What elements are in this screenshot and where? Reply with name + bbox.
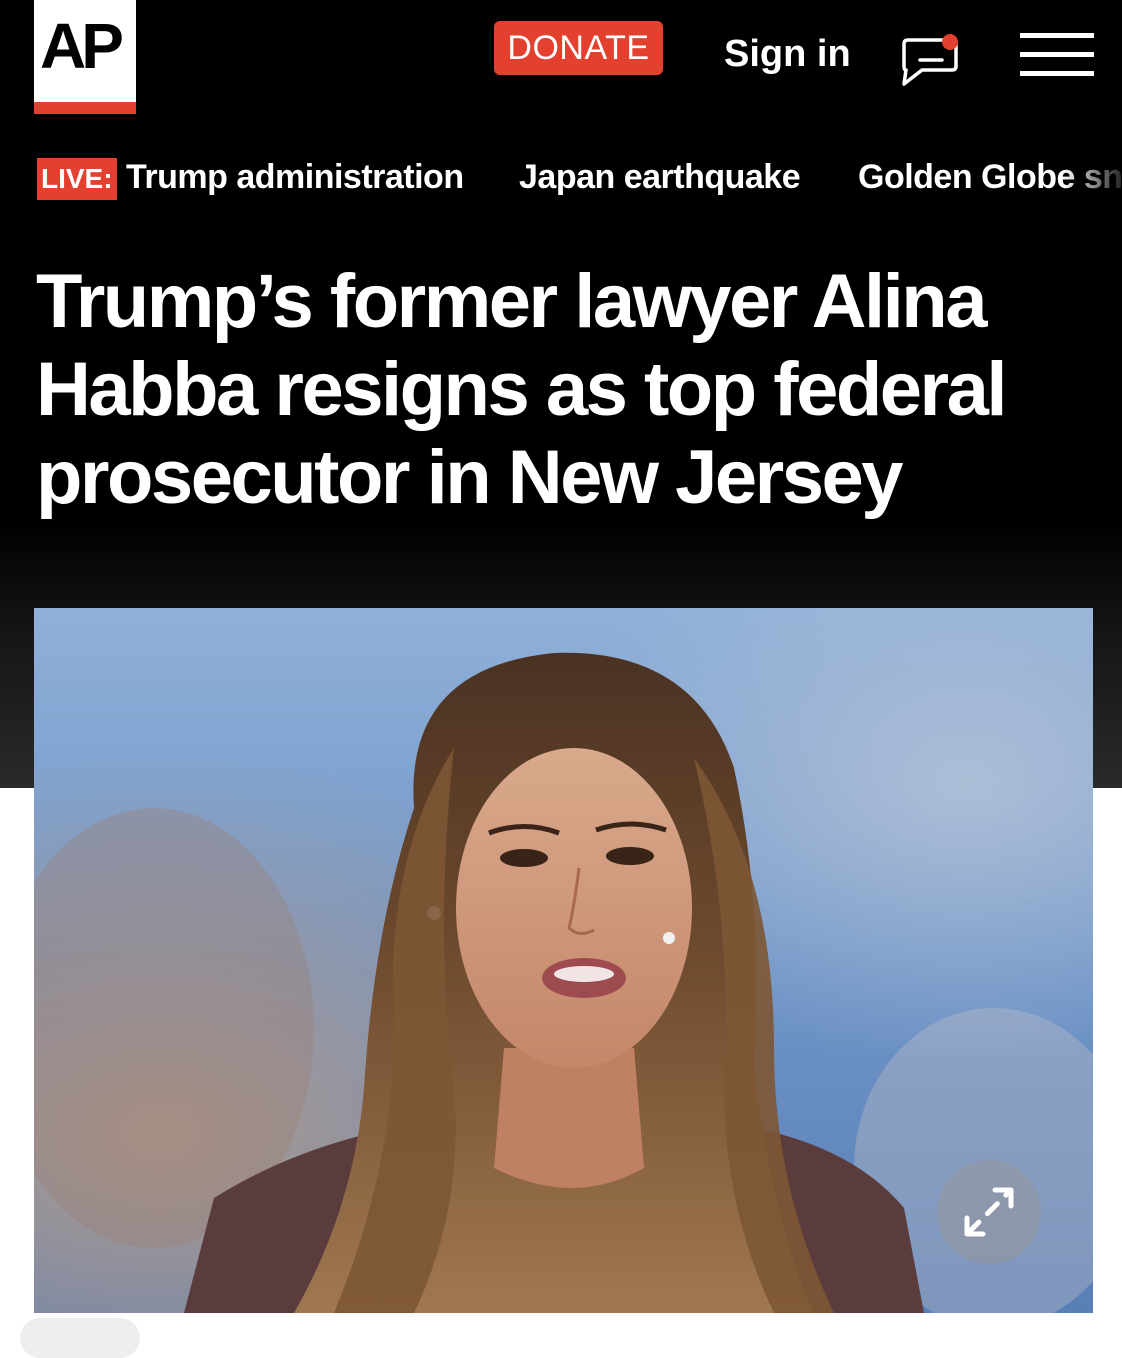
- logo-accent-bar: [34, 102, 136, 114]
- menu-line: [1020, 33, 1094, 38]
- donate-button[interactable]: DONATE: [494, 21, 663, 75]
- article-headline: Trump’s former lawyer Alina Habba resign…: [36, 259, 1008, 520]
- nav-item-trump-administration[interactable]: Trump administration: [126, 152, 464, 202]
- live-badge: LIVE:: [37, 158, 117, 200]
- ap-logo[interactable]: AP: [34, 0, 136, 114]
- chat-icon[interactable]: [898, 32, 964, 88]
- menu-line: [1020, 71, 1094, 76]
- sign-in-link[interactable]: Sign in: [724, 28, 851, 80]
- menu-icon[interactable]: [1020, 33, 1094, 77]
- next-element-peek: [20, 1318, 140, 1358]
- expand-photo-button[interactable]: [937, 1160, 1041, 1264]
- trending-nav: LIVE: Trump administration Japan earthqu…: [0, 152, 1122, 204]
- menu-line: [1020, 52, 1094, 57]
- nav-item-japan-earthquake[interactable]: Japan earthquake: [519, 152, 801, 202]
- lead-photo[interactable]: [34, 608, 1093, 1313]
- logo-text: AP: [40, 10, 124, 82]
- nav-fade: [1062, 152, 1122, 204]
- expand-icon: [964, 1187, 1014, 1237]
